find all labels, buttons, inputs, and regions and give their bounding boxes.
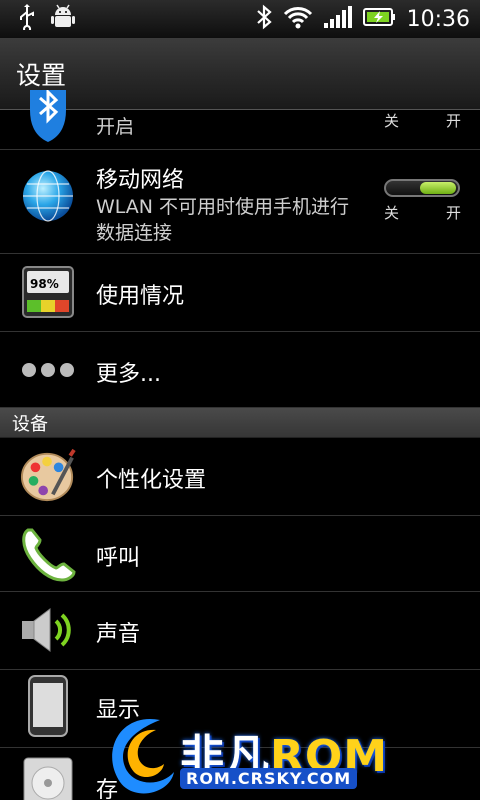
row-subtitle-line2: 数据连接 [96, 222, 173, 244]
toggle-on-label: 开 [446, 112, 462, 130]
phone-display-icon [20, 675, 76, 737]
row-title: 移动网络 [96, 168, 185, 193]
section-header-device: 设备 [0, 408, 480, 438]
bluetooth-status: 开启 [96, 116, 135, 138]
more-dots-icon [20, 342, 76, 398]
speaker-icon [20, 602, 76, 658]
toggle-off-label: 关 [384, 204, 400, 222]
bluetooth-icon [20, 88, 76, 144]
signal-icon [323, 5, 353, 33]
watermark-logo: 非凡ROM ROM.CRSKY.COM [100, 712, 390, 800]
row-title: 呼叫 [96, 546, 141, 571]
settings-row-more[interactable]: 更多... [0, 332, 480, 408]
row-title: 更多... [96, 362, 161, 387]
row-title: 声音 [96, 622, 141, 647]
toggle-knob [420, 182, 456, 194]
settings-row-call[interactable]: 呼叫 [0, 516, 480, 592]
status-bar: 10:36 [0, 0, 480, 38]
settings-row-mobile-network[interactable]: 移动网络 WLAN 不可用时使用手机进行 数据连接 关 开 [0, 150, 480, 254]
android-debug-icon [50, 3, 76, 35]
watermark-url: ROM.CRSKY.COM [180, 768, 358, 789]
meter-text: 98% [30, 277, 59, 291]
toggle-off-label: 关 [384, 112, 400, 130]
mobile-network-toggle[interactable] [384, 179, 460, 197]
globe-network-icon [20, 168, 76, 224]
toggle-on-label: 开 [446, 204, 462, 222]
settings-row-personalize[interactable]: 个性化设置 [0, 438, 480, 516]
settings-row-usage[interactable]: 98% 使用情况 [0, 254, 480, 332]
phone-handset-icon [20, 526, 76, 582]
row-title: 个性化设置 [96, 468, 207, 493]
palette-icon [20, 448, 76, 504]
row-title: 使用情况 [96, 284, 185, 309]
usage-meter-icon: 98% [20, 264, 76, 320]
wifi-icon [283, 5, 313, 33]
settings-row-bluetooth[interactable]: 开启 关 开 [0, 90, 480, 150]
storage-icon [20, 754, 76, 800]
page-title: 设置 [16, 60, 67, 90]
battery-charging-icon [362, 6, 397, 32]
status-time: 10:36 [406, 6, 470, 32]
row-subtitle-line1: WLAN 不可用时使用手机进行 [96, 196, 350, 218]
bluetooth-icon [255, 4, 273, 34]
watermark-swirl-icon [112, 718, 174, 794]
settings-list: 开启 关 开 移动网络 WLAN 不可用时使用手机进行 数据连接 关 开 98%… [0, 90, 480, 800]
settings-row-sound[interactable]: 声音 [0, 592, 480, 670]
usb-icon [18, 4, 36, 34]
